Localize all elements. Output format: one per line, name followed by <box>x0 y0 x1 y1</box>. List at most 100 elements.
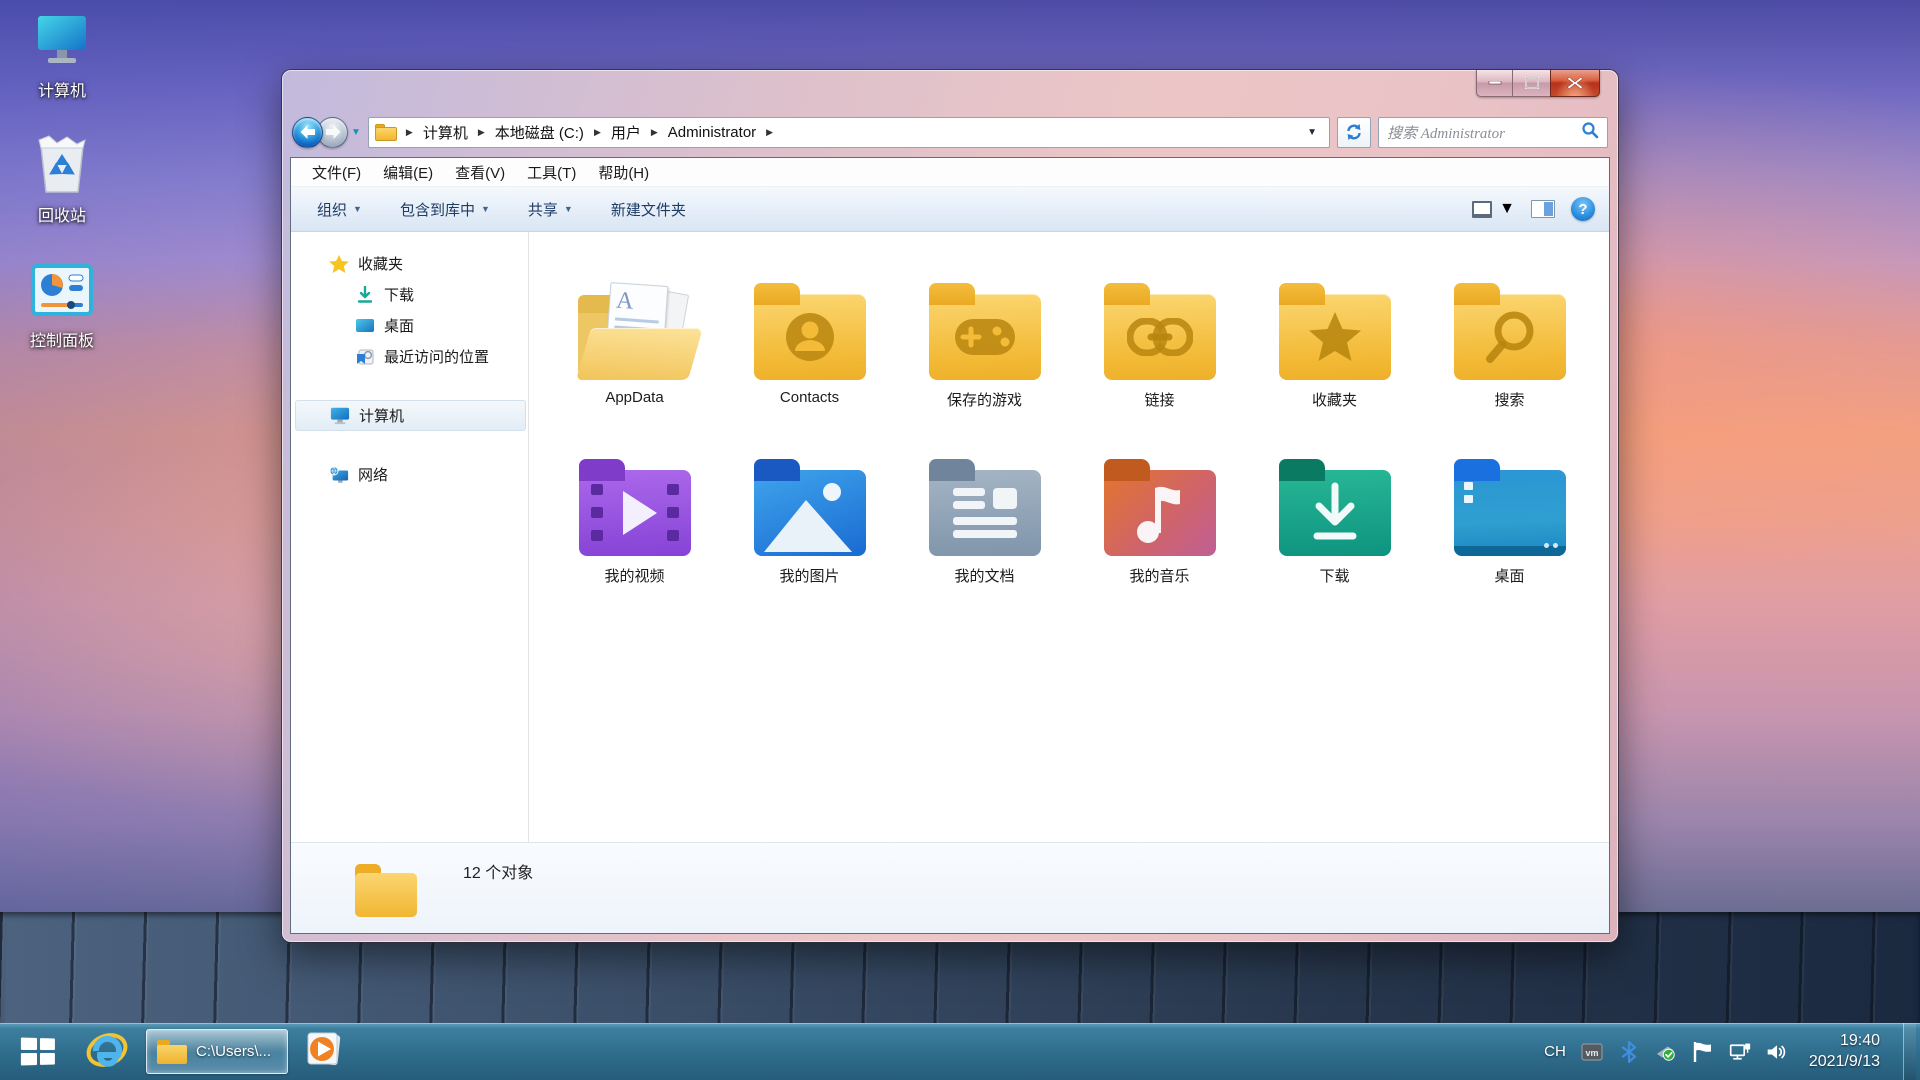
window-body: 文件(F) 编辑(E) 查看(V) 工具(T) 帮助(H) 组织 ▼ 包含到库中… <box>290 157 1610 934</box>
file-item-favorites[interactable]: 收藏夹 <box>1247 280 1422 456</box>
file-item-links[interactable]: 链接 <box>1072 280 1247 456</box>
file-item-my-videos[interactable]: 我的视频 <box>547 456 722 632</box>
show-desktop-button[interactable] <box>1903 1023 1916 1080</box>
organize-label: 组织 <box>317 199 347 220</box>
chevron-down-icon: ▼ <box>564 204 573 214</box>
file-label: 我的文档 <box>954 565 1014 586</box>
svg-text:vm: vm <box>1585 1048 1598 1058</box>
back-button[interactable] <box>292 117 323 148</box>
file-item-my-pictures[interactable]: 我的图片 <box>722 456 897 632</box>
breadcrumb-arrow-icon[interactable]: ▶ <box>401 127 418 138</box>
sidebar-label: 最近访问的位置 <box>384 346 489 367</box>
breadcrumb-arrow-icon[interactable]: ▶ <box>761 127 778 138</box>
refresh-button[interactable] <box>1337 117 1371 148</box>
download-icon <box>355 285 375 305</box>
taskbar-clock[interactable]: 19:40 2021/9/13 <box>1809 1031 1880 1073</box>
file-item-saved-games[interactable]: 保存的游戏 <box>897 280 1072 456</box>
file-item-my-music[interactable]: 我的音乐 <box>1072 456 1247 632</box>
address-folder-icon <box>375 123 397 141</box>
file-item-desktop[interactable]: 桌面 <box>1422 456 1597 632</box>
address-dropdown-icon[interactable]: ▼ <box>1301 127 1323 138</box>
file-item-my-documents[interactable]: 我的文档 <box>897 456 1072 632</box>
sidebar-item-desktop[interactable]: 桌面 <box>291 310 528 341</box>
desktop-icon-recycle-bin[interactable]: 回收站 <box>14 133 110 226</box>
sidebar-label: 计算机 <box>359 405 404 426</box>
search-placeholder: 搜索 Administrator <box>1387 122 1581 143</box>
help-button[interactable]: ? <box>1571 197 1595 221</box>
documents-folder-icon <box>925 456 1045 556</box>
menu-tools[interactable]: 工具(T) <box>518 159 585 186</box>
file-label: Contacts <box>780 389 839 406</box>
internet-explorer-button[interactable] <box>76 1023 138 1080</box>
new-folder-button[interactable]: 新建文件夹 <box>599 193 698 226</box>
desktop: 计算机 回收站 <box>0 0 1920 1080</box>
menu-edit[interactable]: 编辑(E) <box>374 159 442 186</box>
file-item-contacts[interactable]: Contacts <box>722 280 897 456</box>
breadcrumb-segment-administrator[interactable]: Administrator <box>665 122 759 143</box>
command-bar: 组织 ▼ 包含到库中 ▼ 共享 ▼ 新建文件夹 <box>291 187 1609 232</box>
file-label: 桌面 <box>1494 565 1524 586</box>
maximize-button[interactable] <box>1513 70 1550 97</box>
clock-time: 19:40 <box>1809 1031 1880 1052</box>
views-icon <box>1472 201 1492 218</box>
sidebar-item-computer[interactable]: 计算机 <box>295 400 526 431</box>
action-center-flag-icon[interactable] <box>1692 1041 1714 1063</box>
sidebar-item-network[interactable]: 网络 <box>291 459 528 490</box>
include-in-library-button[interactable]: 包含到库中 ▼ <box>388 193 502 226</box>
explorer-task-button[interactable]: C:\Users\... <box>146 1029 288 1074</box>
chevron-down-icon: ▼ <box>353 204 362 214</box>
share-button[interactable]: 共享 ▼ <box>516 193 585 226</box>
file-item-searches[interactable]: 搜索 <box>1422 280 1597 456</box>
breadcrumb-segment-drive-c[interactable]: 本地磁盘 (C:) <box>492 120 587 145</box>
address-bar: ▼ ▶ 计算机 ▶ 本地磁盘 (C:) ▶ 用户 ▶ Administrator… <box>292 114 1608 150</box>
file-list: A AppData <box>529 232 1609 842</box>
music-folder-icon <box>1100 456 1220 556</box>
breadcrumb-arrow-icon[interactable]: ▶ <box>646 127 663 138</box>
menu-help[interactable]: 帮助(H) <box>589 159 658 186</box>
media-player-button[interactable] <box>292 1023 354 1080</box>
change-view-button[interactable]: ▼ <box>1472 200 1515 218</box>
desktop-icon-label: 控制面板 <box>30 327 94 351</box>
file-label: 下载 <box>1319 565 1349 586</box>
items-count: 12 个对象 <box>463 857 533 933</box>
taskbar-left: C:\Users\... <box>0 1023 354 1080</box>
bluetooth-icon[interactable] <box>1618 1041 1640 1063</box>
breadcrumb-arrow-icon[interactable]: ▶ <box>473 127 490 138</box>
menu-view[interactable]: 查看(V) <box>446 159 514 186</box>
chevron-down-icon: ▼ <box>1499 200 1515 218</box>
explorer-window: ▼ ▶ 计算机 ▶ 本地磁盘 (C:) ▶ 用户 ▶ Administrator… <box>282 70 1618 942</box>
minimize-button[interactable] <box>1476 70 1513 97</box>
file-label: AppData <box>605 389 663 406</box>
menu-file[interactable]: 文件(F) <box>303 159 370 186</box>
file-label: 保存的游戏 <box>947 389 1022 410</box>
clock-date: 2021/9/13 <box>1809 1052 1880 1073</box>
sidebar-item-downloads[interactable]: 下载 <box>291 279 528 310</box>
breadcrumb-segment-computer[interactable]: 计算机 <box>420 120 471 145</box>
start-button[interactable] <box>0 1023 76 1080</box>
close-button[interactable] <box>1550 70 1600 97</box>
file-item-appdata[interactable]: A AppData <box>547 280 722 456</box>
breadcrumb-arrow-icon[interactable]: ▶ <box>589 127 606 138</box>
vmware-status-icon[interactable] <box>1655 1041 1677 1063</box>
search-input[interactable]: 搜索 Administrator <box>1378 117 1608 148</box>
search-icon[interactable] <box>1581 121 1599 144</box>
breadcrumb-segment-users[interactable]: 用户 <box>608 120 644 145</box>
file-item-downloads[interactable]: 下载 <box>1247 456 1422 632</box>
sidebar-item-recent-places[interactable]: 最近访问的位置 <box>291 341 528 372</box>
volume-icon[interactable] <box>1766 1041 1788 1063</box>
desktop-icon-computer[interactable]: 计算机 <box>14 8 110 101</box>
sidebar-item-favorites[interactable]: 收藏夹 <box>291 248 528 279</box>
recent-pages-dropdown-icon[interactable]: ▼ <box>351 127 361 138</box>
organize-button[interactable]: 组织 ▼ <box>305 193 374 226</box>
desktop-icon-control-panel[interactable]: 控制面板 <box>14 258 110 351</box>
ime-indicator[interactable]: CH <box>1544 1043 1566 1060</box>
desktop-icon-label: 计算机 <box>38 77 86 101</box>
desktop-folder-icon <box>1450 456 1570 556</box>
recent-places-icon <box>355 347 375 367</box>
preview-pane-button[interactable] <box>1531 200 1555 218</box>
vmware-tools-icon[interactable]: vm <box>1581 1041 1603 1063</box>
computer-icon <box>330 406 350 426</box>
navigation-pane: 收藏夹 下载 桌面 <box>291 232 529 842</box>
breadcrumb[interactable]: ▶ 计算机 ▶ 本地磁盘 (C:) ▶ 用户 ▶ Administrator ▶… <box>368 117 1330 148</box>
network-icon[interactable] <box>1729 1041 1751 1063</box>
